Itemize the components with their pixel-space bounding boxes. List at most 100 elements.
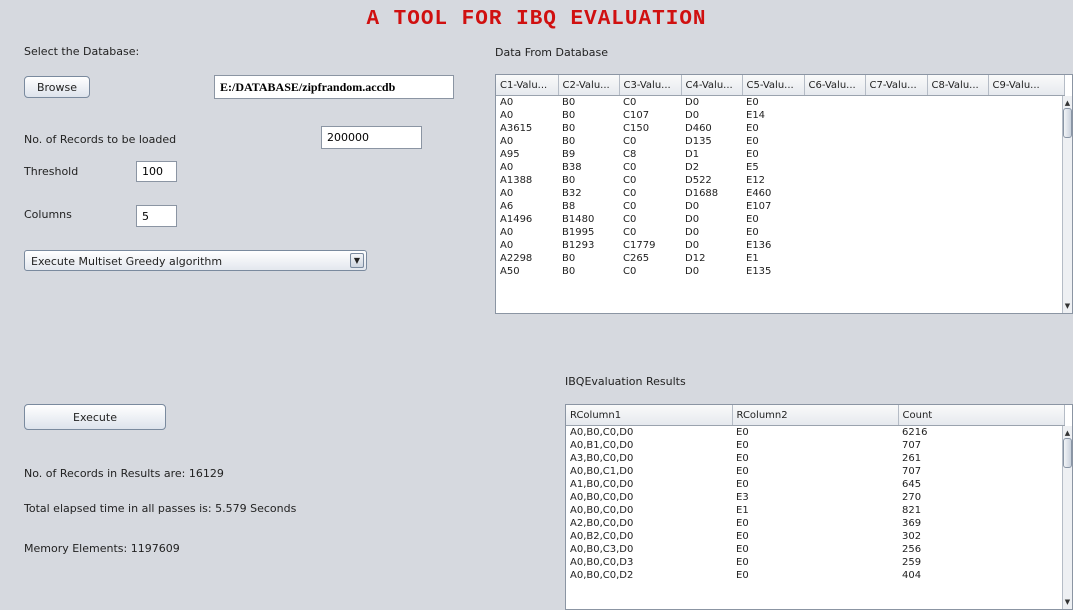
scroll-down-icon[interactable]: ▼ (1063, 597, 1072, 607)
table-row[interactable]: A0,B0,C0,D3 E0 259 (566, 556, 1064, 569)
columns-label: Columns (24, 208, 72, 221)
data-table[interactable]: C1-Valu... C2-Valu... C3-Valu... C4-Valu...… (495, 74, 1073, 314)
table-cell (988, 96, 1064, 110)
table-cell: D0 (685, 266, 700, 277)
table-row[interactable]: A0,B0,C0,D0 E3 270 (566, 491, 1064, 504)
column-header[interactable]: C8-Valu... (927, 75, 989, 96)
database-path-field[interactable] (214, 75, 454, 99)
execute-button[interactable]: Execute (24, 404, 166, 430)
table-cell: B1995 (562, 227, 595, 238)
table-cell (804, 161, 865, 174)
table-cell (865, 148, 927, 161)
table-row[interactable]: A2298 B0 C265 D12 E1 (496, 252, 1064, 265)
browse-button[interactable]: Browse (24, 76, 90, 98)
table-cell (927, 226, 988, 239)
table-cell: E0 (746, 149, 759, 160)
table-row[interactable]: A0 B38 C0 D2 E5 (496, 161, 1064, 174)
table-cell (804, 109, 865, 122)
table-cell: B0 (562, 110, 576, 121)
table-cell: B38 (562, 162, 582, 173)
table-cell (804, 213, 865, 226)
table-row[interactable]: A0 B0 C0 D0 E0 (496, 96, 1064, 110)
table-cell: E107 (746, 201, 772, 212)
results-table[interactable]: RColumn1 RColumn2 Count A0,B0,C0,D0 E0 6216 A… (565, 404, 1073, 610)
records-to-load-field[interactable] (321, 126, 422, 149)
table-cell: E0 (736, 544, 749, 555)
column-header[interactable]: C4-Valu... (681, 75, 743, 96)
table-cell: A0 (500, 97, 514, 108)
column-header[interactable]: C3-Valu... (619, 75, 682, 96)
table-row[interactable]: A1496 B1480 C0 D0 E0 (496, 213, 1064, 226)
table-cell: A95 (500, 149, 520, 160)
threshold-field[interactable] (136, 161, 177, 182)
table-cell (927, 213, 988, 226)
table-row[interactable]: A3,B0,C0,D0 E0 261 (566, 452, 1064, 465)
table-cell (927, 239, 988, 252)
column-header[interactable]: C2-Valu... (558, 75, 620, 96)
column-header[interactable]: RColumn2 (732, 405, 899, 426)
column-header[interactable]: C6-Valu... (804, 75, 866, 96)
table-row[interactable]: A0,B0,C3,D0 E0 256 (566, 543, 1064, 556)
table-row[interactable]: A1388 B0 C0 D522 E12 (496, 174, 1064, 187)
table-row[interactable]: A0 B32 C0 D1688 E460 (496, 187, 1064, 200)
table-cell: E12 (746, 175, 766, 186)
column-header[interactable]: RColumn1 (566, 405, 733, 426)
column-header[interactable]: C9-Valu... (988, 75, 1065, 96)
table-cell (988, 187, 1064, 200)
table-row[interactable]: A95 B9 C8 D1 E0 (496, 148, 1064, 161)
table-row[interactable]: A3615 B0 C150 D460 E0 (496, 122, 1064, 135)
table-cell (927, 174, 988, 187)
table-cell: D12 (685, 253, 706, 264)
data-table-scrollbar[interactable]: ▲ ▼ (1062, 96, 1072, 313)
table-row[interactable]: A0,B2,C0,D0 E0 302 (566, 530, 1064, 543)
table-cell (804, 187, 865, 200)
table-row[interactable]: A0 B1293 C1779 D0 E136 (496, 239, 1064, 252)
table-cell: C150 (623, 123, 650, 134)
table-row[interactable]: A0,B0,C0,D2 E0 404 (566, 569, 1064, 582)
columns-field[interactable] (136, 205, 177, 227)
table-row[interactable]: A0,B0,C0,D0 E0 6216 (566, 426, 1064, 440)
table-row[interactable]: A0 B0 C107 D0 E14 (496, 109, 1064, 122)
table-row[interactable]: A1,B0,C0,D0 E0 645 (566, 478, 1064, 491)
select-database-label: Select the Database: (24, 45, 140, 58)
table-cell: C0 (623, 136, 637, 147)
table-cell (927, 161, 988, 174)
algorithm-select[interactable]: Execute Multiset Greedy algorithm ▼ (24, 250, 367, 271)
table-cell: 645 (902, 479, 922, 490)
table-cell (804, 239, 865, 252)
table-row[interactable]: A50 B0 C0 D0 E135 (496, 265, 1064, 278)
table-row[interactable]: A0,B0,C0,D0 E1 821 (566, 504, 1064, 517)
table-row[interactable]: A6 B8 C0 D0 E107 (496, 200, 1064, 213)
table-cell: B0 (562, 253, 576, 264)
column-header[interactable]: Count (898, 405, 1065, 426)
column-header[interactable]: C5-Valu... (742, 75, 805, 96)
table-cell: A1,B0,C0,D0 (570, 479, 634, 490)
table-cell (988, 252, 1064, 265)
scroll-down-icon[interactable]: ▼ (1063, 301, 1072, 311)
results-table-scrollbar[interactable]: ▲ ▼ (1062, 426, 1072, 609)
column-header[interactable]: C1-Valu... (496, 75, 559, 96)
chevron-down-icon[interactable]: ▼ (350, 253, 364, 268)
table-cell: B9 (562, 149, 576, 160)
scroll-up-icon[interactable]: ▲ (1063, 98, 1072, 108)
table-row[interactable]: A0,B0,C1,D0 E0 707 (566, 465, 1064, 478)
table-cell: 6216 (902, 427, 928, 438)
table-cell (988, 200, 1064, 213)
table-row[interactable]: A0,B1,C0,D0 E0 707 (566, 439, 1064, 452)
table-row[interactable]: A0 B0 C0 D135 E0 (496, 135, 1064, 148)
table-cell (988, 161, 1064, 174)
scroll-thumb[interactable] (1063, 438, 1072, 468)
table-cell: A0,B0,C1,D0 (570, 466, 634, 477)
results-count-text: No. of Records in Results are: 16129 (24, 467, 224, 480)
table-row[interactable]: A2,B0,C0,D0 E0 369 (566, 517, 1064, 530)
table-cell: A3,B0,C0,D0 (570, 453, 634, 464)
scroll-up-icon[interactable]: ▲ (1063, 428, 1072, 438)
scroll-thumb[interactable] (1063, 108, 1072, 138)
column-header[interactable]: C7-Valu... (865, 75, 928, 96)
table-row[interactable]: A0 B1995 C0 D0 E0 (496, 226, 1064, 239)
table-cell: A0 (500, 227, 514, 238)
table-cell: B0 (562, 97, 576, 108)
table-cell: E0 (736, 557, 749, 568)
table-cell: A0,B0,C0,D3 (570, 557, 634, 568)
table-cell: A1496 (500, 214, 533, 225)
